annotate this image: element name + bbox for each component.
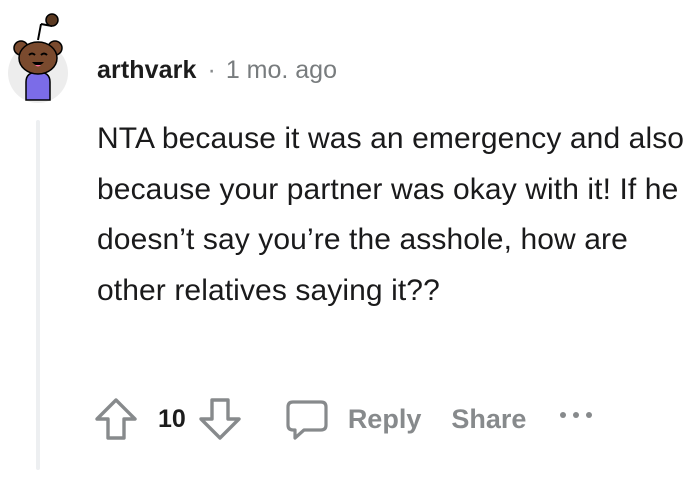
more-options-button[interactable] — [560, 393, 593, 445]
comment-actions: 10 Reply Share — [92, 393, 593, 445]
snoo-avatar-icon — [8, 13, 68, 103]
reply-label: Reply — [347, 404, 422, 434]
meta-separator: · — [207, 56, 216, 84]
reply-button[interactable]: Reply — [284, 393, 422, 445]
ellipsis-icon — [560, 412, 567, 418]
vote-count: 10 — [158, 405, 186, 433]
downvote-button[interactable] — [196, 395, 244, 443]
comment-body: NTA because it was an emergency and also… — [97, 122, 685, 307]
comment-author[interactable]: arthvark — [97, 52, 196, 88]
upvote-arrow-icon — [95, 398, 137, 440]
speech-bubble-icon — [286, 400, 328, 440]
downvote-arrow-icon — [199, 398, 241, 440]
comment-header: arthvark · 1 mo. ago — [97, 52, 337, 88]
comment-timestamp[interactable]: 1 mo. ago — [226, 52, 337, 88]
upvote-button[interactable] — [92, 395, 140, 443]
share-button[interactable]: Share — [451, 393, 526, 445]
thread-line[interactable] — [36, 120, 40, 470]
ellipsis-dot — [586, 412, 593, 418]
avatar[interactable] — [8, 12, 78, 104]
ellipsis-dot — [573, 412, 580, 418]
